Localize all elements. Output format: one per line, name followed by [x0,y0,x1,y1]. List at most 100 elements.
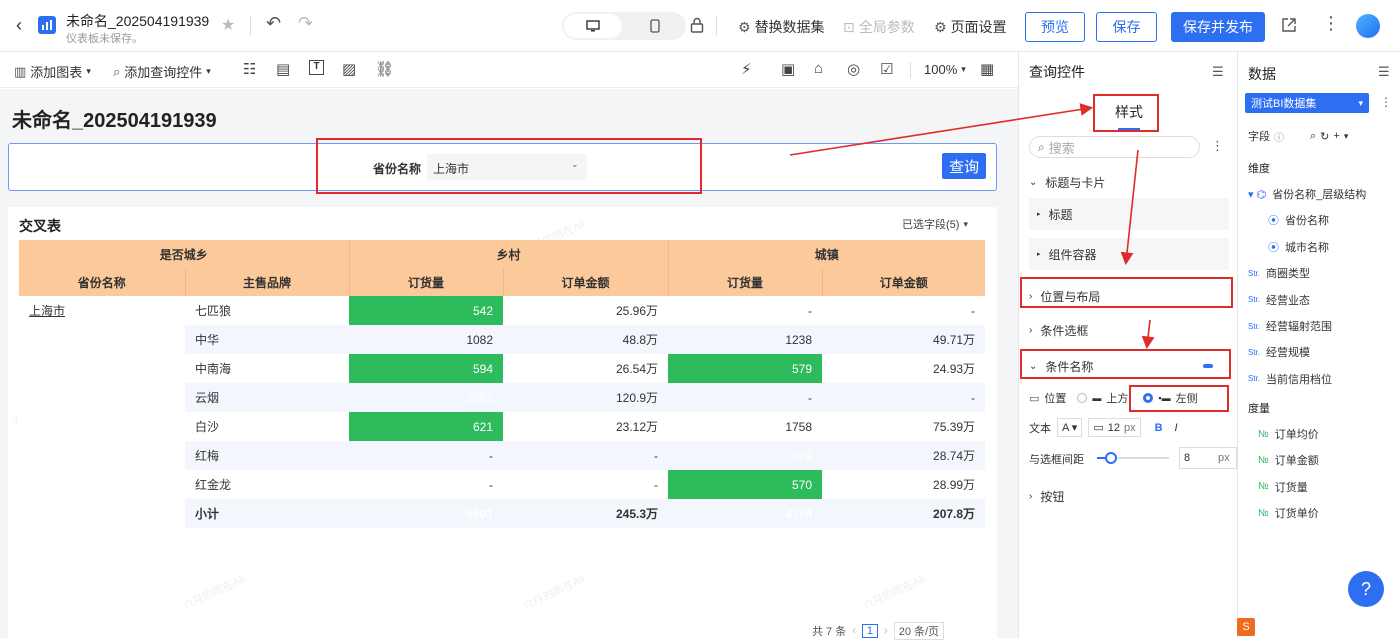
more-icon[interactable]: ⋮ [1380,95,1392,109]
measure-field[interactable]: № 订货量 [1258,479,1308,495]
dimension-field[interactable]: ⦿ 省份名称 [1268,212,1329,228]
image-icon[interactable]: ▨ [342,60,356,78]
caret-down-icon[interactable]: ▾ [1344,131,1349,142]
query-button[interactable]: 查询 [942,153,986,179]
radio-top[interactable] [1077,393,1088,403]
avatar[interactable] [1356,14,1380,38]
brand-cell: 红金龙 [195,478,232,492]
dimension-field[interactable]: ▾ ⌬ 省份名称_层级结构 [1248,186,1366,202]
lock-icon[interactable] [690,17,704,33]
magic-icon[interactable]: ⚡ [741,60,752,78]
dimension-field[interactable]: Str. 商圈类型 [1248,265,1310,281]
hide-icon[interactable]: ◎ [847,60,860,78]
italic-icon[interactable]: I [1175,422,1178,434]
collapse-panel-icon[interactable]: ☰ [1212,64,1224,80]
font-size-input[interactable]: ▭ 12 px [1088,418,1141,437]
back-icon[interactable]: ‹ [16,15,22,36]
gap-input[interactable]: 8 px [1179,447,1237,469]
chevron-down-icon: ▾ [963,218,968,229]
check-icon[interactable]: ☑ [880,60,893,78]
dimension-field[interactable]: Str. 经营业态 [1248,292,1310,308]
dimension-heading: 维度 [1248,163,1270,175]
section-condition-box[interactable]: › 条件选框 [1029,322,1229,339]
add-icon[interactable]: + [1333,130,1339,142]
measure-list: № 订单均价 № 订单金额 № 订货量 № 订货单价 [1248,426,1398,536]
divider [910,62,911,78]
header-group-rural: 乡村 [349,240,669,268]
dashboard-title[interactable]: 未命名_202504191939 [66,11,209,31]
prev-page-icon[interactable]: ‹ [852,625,856,637]
province-cell[interactable]: 上海市 [19,296,185,325]
global-params-label: 全局参数 [858,19,915,35]
slider-handle[interactable] [1105,452,1117,464]
string-type-icon: Str. [1248,321,1261,331]
rural-qty-cell: 621 [349,412,504,441]
location-icon: ⦿ [1268,215,1279,228]
collapse-panel-icon[interactable]: ☰ [1378,64,1390,80]
urban-qty-cell: 1238 [668,325,823,354]
filter-icon[interactable]: ☷ [243,60,256,78]
position-icon: ▭ [1029,392,1040,405]
dimension-field[interactable]: ⦿ 城市名称 [1268,239,1329,255]
desktop-view-button[interactable] [564,14,622,38]
subsection-title[interactable]: ▸ 标题 [1029,198,1229,230]
urban-qty-cell: 4774 [668,499,823,528]
replace-dataset-button[interactable]: ⚙ 替换数据集 [738,17,825,37]
text-style-row: 文本 A ▾ ▭ 12 px B I [1029,418,1178,437]
tab-icon[interactable]: ▤ [276,60,290,78]
dimension-field-label: 省份名称 [1285,215,1329,228]
star-icon[interactable]: ★ [221,15,235,35]
report-icon[interactable]: ▣ [781,60,795,78]
dataset-select[interactable]: 测试BI数据集 ▾ [1245,93,1369,113]
gap-slider[interactable] [1097,452,1169,464]
bold-icon[interactable]: B [1155,422,1163,434]
dimension-field[interactable]: Str. 经营规模 [1248,344,1310,360]
add-query-control-button[interactable]: ⌕ 添加查询控件 ▾ [113,62,211,81]
rural-amount-cell: 120.9万 [503,383,669,412]
header-province: 省份名称 [19,268,186,296]
next-page-icon[interactable]: › [884,625,888,637]
empty-cell [19,412,185,441]
undo-icon[interactable]: ↶ [266,13,281,34]
help-button[interactable]: ? [1348,571,1384,607]
refresh-icon[interactable]: ↻ [1320,130,1329,143]
search-icon[interactable]: ⌕ [1310,130,1316,143]
search-input[interactable]: ⌕ 搜索 [1029,136,1200,158]
rural-amount-cell: 48.8万 [503,325,669,354]
annotation-box-position-layout [1020,277,1233,308]
save-publish-button[interactable]: 保存并发布 [1171,12,1265,42]
more-icon[interactable]: ⋮ [1322,13,1340,34]
grid-icon[interactable]: ▦ [980,60,994,78]
link-icon[interactable]: ⛓ [375,60,394,78]
redo-icon[interactable]: ↷ [298,13,313,34]
font-color-picker[interactable]: A ▾ [1057,418,1083,437]
measure-field[interactable]: № 订货单价 [1258,505,1319,521]
page-size-select[interactable]: 20 条/页 [893,622,945,640]
dimension-field[interactable]: Str. 经营辐射范围 [1248,318,1332,334]
mobile-view-button[interactable] [626,14,684,38]
text-icon[interactable]: T [309,60,324,75]
measure-field[interactable]: № 订单均价 [1258,426,1319,442]
divider [250,16,251,36]
section-buttons[interactable]: › 按钮 [1029,488,1229,505]
zoom-select[interactable]: 100% ▾ [924,62,966,77]
page-title[interactable]: 未命名_202504191939 [12,104,217,133]
dimension-field-label: 经营规模 [1266,347,1311,360]
header-rural-amount: 订单金额 [503,268,669,296]
dimension-field[interactable]: Str. 当前信用档位 [1248,371,1332,387]
page-number[interactable]: 1 [861,624,879,638]
monitor-icon: ▭ [1093,422,1104,434]
section-title-card[interactable]: ⌄ 标题与卡片 [1029,174,1229,191]
measure-field[interactable]: № 订单金额 [1258,452,1319,468]
bank-icon[interactable]: ⌂ [814,60,823,77]
preview-button[interactable]: 预览 [1025,12,1085,42]
selected-fields-dropdown[interactable]: 已选字段(5) ▾ [902,216,968,232]
more-icon[interactable]: ⋮ [1211,138,1224,154]
page-settings-button[interactable]: ⚙ 页面设置 [934,17,1007,37]
add-chart-button[interactable]: ▥ 添加图表 ▾ [14,62,91,81]
global-params-button[interactable]: ⊡ 全局参数 [843,17,915,37]
share-icon[interactable] [1281,17,1297,33]
subsection-container[interactable]: ▸ 组件容器 [1029,238,1229,270]
annotation-box-style-tab [1093,94,1159,132]
save-button[interactable]: 保存 [1096,12,1157,42]
